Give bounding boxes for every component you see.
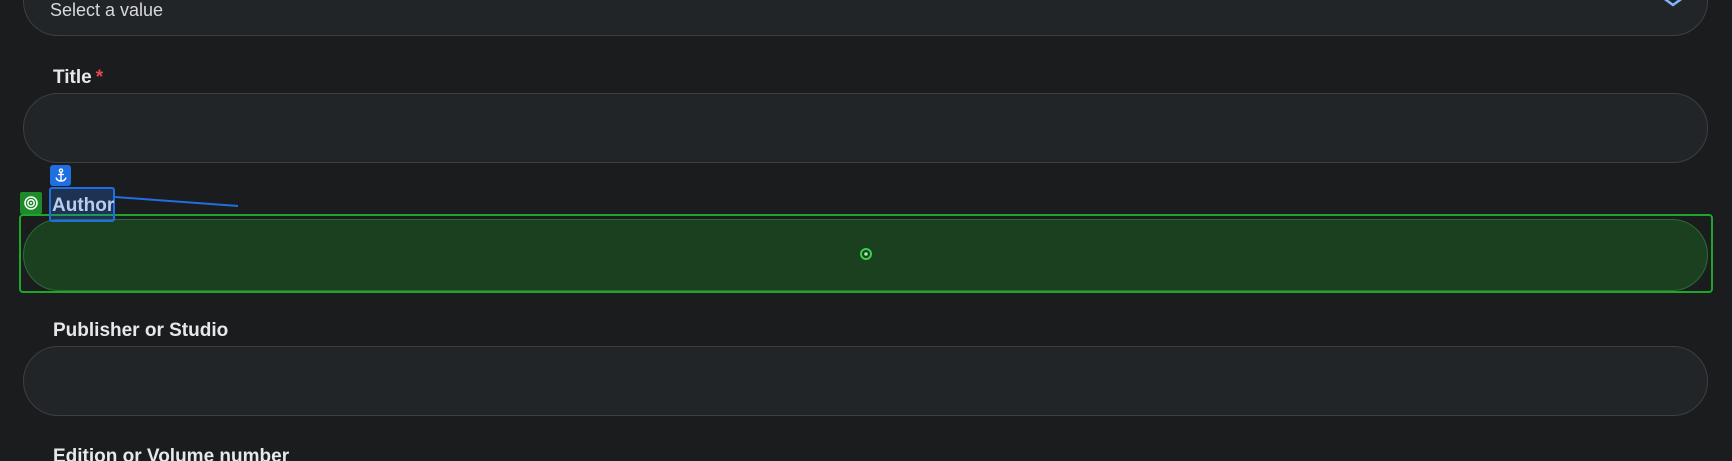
title-input[interactable] [23, 93, 1708, 163]
edition-label: Edition or Volume number [53, 446, 290, 461]
form-container: Select a value Title * Author Publisher … [0, 0, 1732, 461]
title-label: Title * [53, 68, 103, 87]
value-select[interactable]: Select a value [23, 0, 1708, 36]
publisher-label: Publisher or Studio [53, 320, 229, 341]
select-placeholder: Select a value [50, 0, 164, 20]
crosshair-icon [860, 248, 872, 260]
author-label: Author [52, 195, 115, 216]
target-icon [20, 192, 42, 214]
chevron-down-icon [1663, 0, 1683, 7]
title-label-text: Title [53, 67, 92, 88]
required-indicator: * [95, 67, 104, 88]
anchor-connector-line [114, 196, 239, 207]
publisher-input[interactable] [23, 346, 1708, 416]
anchor-icon [50, 165, 71, 186]
